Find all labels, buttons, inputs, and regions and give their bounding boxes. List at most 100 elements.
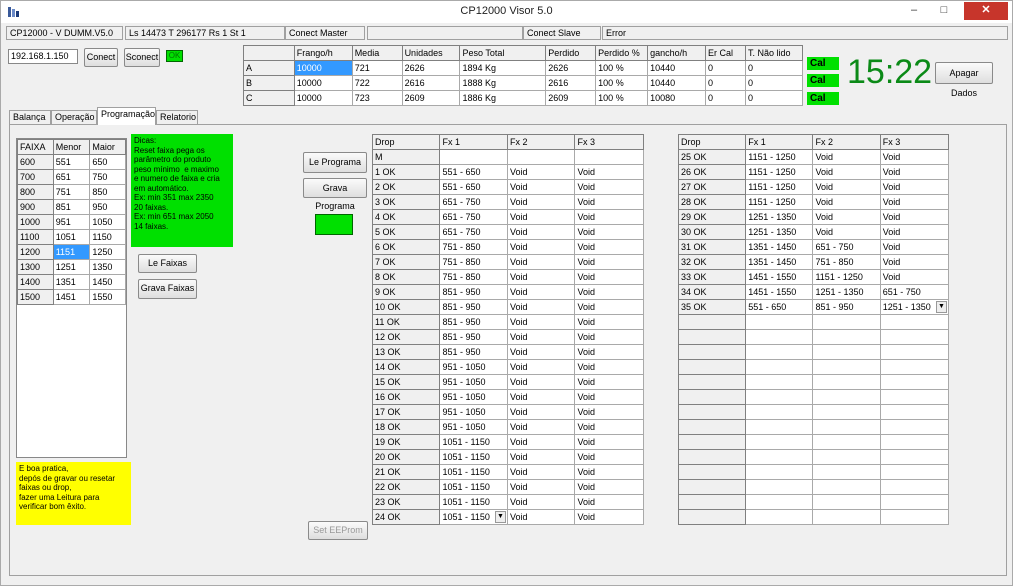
- drop-cell[interactable]: Void: [574, 164, 644, 180]
- grava-programa-button[interactable]: Grava Programa: [303, 178, 367, 211]
- drop-cell[interactable]: Void: [506, 239, 576, 255]
- drop-cell[interactable]: Void: [506, 449, 576, 465]
- drop-cell[interactable]: [879, 449, 950, 465]
- drop-cell[interactable]: [439, 149, 508, 165]
- drop-cell[interactable]: [879, 464, 950, 480]
- drop-cell[interactable]: [879, 479, 950, 495]
- drop-cell[interactable]: 1051 - 1150 ▼: [439, 509, 508, 525]
- drop-cell[interactable]: [879, 344, 950, 360]
- production-cell[interactable]: 10080: [647, 90, 707, 106]
- minimize-button[interactable]: –: [900, 2, 928, 20]
- drop-cell[interactable]: Void: [506, 254, 576, 270]
- drop-cell[interactable]: 751 - 850: [812, 254, 881, 270]
- production-cell[interactable]: 0: [705, 75, 746, 91]
- faixa-cell[interactable]: 1051: [52, 229, 91, 245]
- drop-cell[interactable]: [879, 359, 950, 375]
- drop-cell[interactable]: 951 - 1050: [439, 389, 508, 405]
- drop-cell[interactable]: 551 - 650: [439, 179, 508, 195]
- faixa-cell[interactable]: 651: [52, 169, 91, 185]
- drop-cell[interactable]: Void: [506, 389, 576, 405]
- chevron-down-icon[interactable]: ▼: [936, 301, 947, 313]
- faixa-cell[interactable]: 1050: [89, 214, 126, 230]
- drop-cell[interactable]: [812, 344, 881, 360]
- drop-cell[interactable]: [879, 314, 950, 330]
- drop-cell[interactable]: Void: [574, 179, 644, 195]
- drop-cell[interactable]: Void: [574, 479, 644, 495]
- drop-cell[interactable]: 1251 - 1350: [745, 224, 814, 240]
- faixa-cell[interactable]: 950: [89, 199, 126, 215]
- drop-cell[interactable]: [812, 329, 881, 345]
- production-cell[interactable]: 2626: [545, 60, 597, 76]
- drop-cell[interactable]: 651 - 750: [439, 224, 508, 240]
- drop-cell[interactable]: Void: [506, 374, 576, 390]
- drop-cell[interactable]: [812, 359, 881, 375]
- drop-cell[interactable]: [812, 404, 881, 420]
- tab-programacao[interactable]: Programação: [97, 107, 156, 125]
- ip-input[interactable]: 192.168.1.150: [8, 49, 78, 64]
- faixa-cell[interactable]: 1351: [52, 274, 91, 290]
- drop-cell[interactable]: [745, 329, 814, 345]
- production-cell[interactable]: 10000: [293, 75, 353, 91]
- drop-cell[interactable]: 1151 - 1250: [745, 179, 814, 195]
- drop-cell[interactable]: 851 - 950: [812, 299, 881, 315]
- clear-data-button[interactable]: Apagar Dados: [935, 62, 993, 98]
- drop-cell[interactable]: [745, 494, 814, 510]
- drop-cell[interactable]: Void: [506, 479, 576, 495]
- production-cell[interactable]: 2609: [545, 90, 597, 106]
- drop-cell[interactable]: 651 - 750: [439, 209, 508, 225]
- drop-cell[interactable]: 951 - 1050: [439, 404, 508, 420]
- drop-cell[interactable]: Void: [574, 509, 644, 525]
- le-faixas-button[interactable]: Le Faixas: [138, 254, 197, 273]
- faixa-cell[interactable]: 1250: [89, 244, 126, 260]
- faixa-cell[interactable]: 751: [52, 184, 91, 200]
- drop-cell[interactable]: Void: [506, 494, 576, 510]
- drop-cell[interactable]: Void: [574, 419, 644, 435]
- production-cell[interactable]: 721: [351, 60, 403, 76]
- production-cell[interactable]: 1888 Kg: [459, 75, 547, 91]
- production-cell[interactable]: 723: [351, 90, 403, 106]
- drop-cell[interactable]: 651 - 750: [439, 194, 508, 210]
- production-cell[interactable]: 100 %: [595, 90, 649, 106]
- production-cell[interactable]: 2609: [401, 90, 461, 106]
- drop-cell[interactable]: Void: [506, 299, 576, 315]
- drop-cell[interactable]: [879, 374, 950, 390]
- drop-cell[interactable]: [745, 449, 814, 465]
- drop-cell[interactable]: Void: [574, 254, 644, 270]
- drop-cell[interactable]: Void: [506, 464, 576, 480]
- set-eeprom-button[interactable]: Set EEProm: [308, 521, 368, 540]
- drop-cell[interactable]: [745, 359, 814, 375]
- drop-cell[interactable]: Void: [506, 164, 576, 180]
- drop-cell[interactable]: [812, 389, 881, 405]
- faixa-cell[interactable]: 1150: [89, 229, 126, 245]
- drop-cell[interactable]: 951 - 1050: [439, 374, 508, 390]
- drop-cell[interactable]: Void: [574, 434, 644, 450]
- drop-cell[interactable]: Void: [879, 164, 950, 180]
- disconnect-button[interactable]: Sconect: [124, 48, 160, 67]
- drop-cell[interactable]: Void: [812, 164, 881, 180]
- drop-cell[interactable]: Void: [879, 194, 950, 210]
- faixa-cell[interactable]: 1451: [52, 289, 91, 305]
- faixa-cell[interactable]: 951: [52, 214, 91, 230]
- connect-button[interactable]: Conect: [84, 48, 118, 67]
- drop-cell[interactable]: Void: [574, 329, 644, 345]
- drop-cell[interactable]: 1151 - 1250: [812, 269, 881, 285]
- drop-cell[interactable]: 1451 - 1550: [745, 284, 814, 300]
- production-cell[interactable]: 1894 Kg: [459, 60, 547, 76]
- drop-cell[interactable]: 1051 - 1150: [439, 464, 508, 480]
- drop-cell[interactable]: [812, 494, 881, 510]
- drop-cell[interactable]: [879, 434, 950, 450]
- drop-cell[interactable]: 1151 - 1250: [745, 194, 814, 210]
- drop-cell[interactable]: 851 - 950: [439, 329, 508, 345]
- drop-cell[interactable]: [745, 434, 814, 450]
- drop-cell[interactable]: [879, 329, 950, 345]
- drop-cell[interactable]: [812, 479, 881, 495]
- drop-cell[interactable]: [745, 344, 814, 360]
- drop-cell[interactable]: 1051 - 1150: [439, 449, 508, 465]
- drop-cell[interactable]: [812, 509, 881, 525]
- production-cell[interactable]: 10000: [293, 90, 353, 106]
- drop-cell[interactable]: Void: [879, 149, 950, 165]
- drop-cell[interactable]: 1351 - 1450: [745, 254, 814, 270]
- drop-cell[interactable]: Void: [574, 239, 644, 255]
- drop-cell[interactable]: [745, 314, 814, 330]
- drop-cell[interactable]: Void: [506, 269, 576, 285]
